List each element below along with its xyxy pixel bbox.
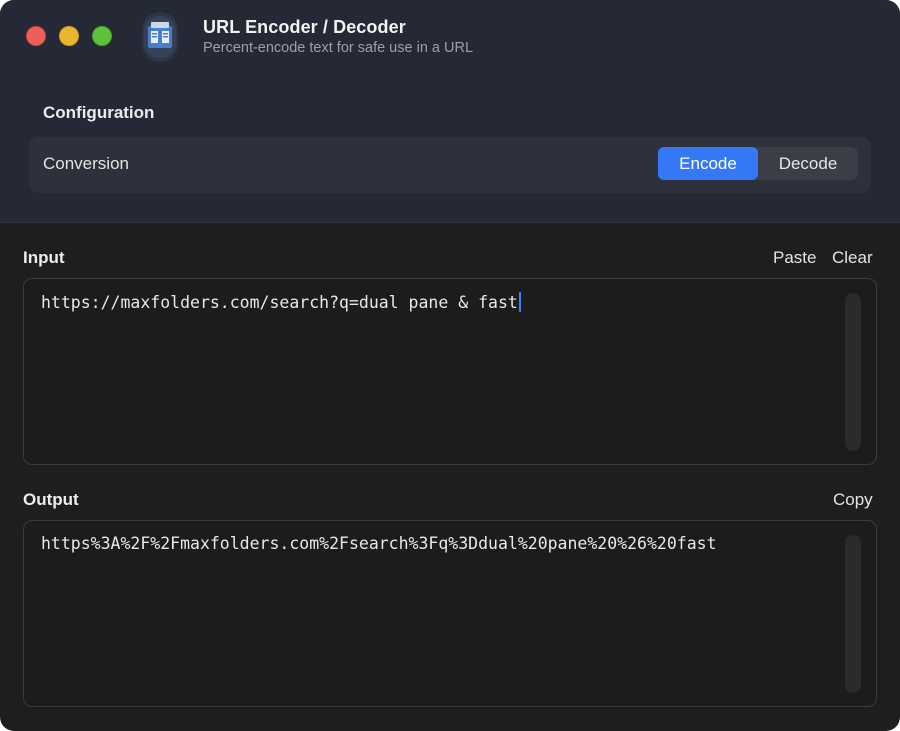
conversion-mode-segmented-control: Encode Decode — [658, 147, 858, 180]
header: URL Encoder / Decoder Percent-encode tex… — [0, 0, 900, 223]
output-heading: Output — [23, 490, 79, 509]
paste-button[interactable]: Paste — [773, 248, 816, 268]
input-text-area[interactable]: https://maxfolders.com/search?q=dual pan… — [23, 278, 877, 465]
conversion-row: Conversion Encode Decode — [29, 137, 871, 193]
app-window: URL Encoder / Decoder Percent-encode tex… — [0, 0, 900, 731]
window-title: URL Encoder / Decoder — [203, 17, 406, 37]
traffic-lights — [26, 26, 112, 46]
output-text-area[interactable]: https%3A%2F%2Fmaxfolders.com%2Fsearch%3F… — [23, 520, 877, 707]
output-text: https%3A%2F%2Fmaxfolders.com%2Fsearch%3F… — [41, 534, 717, 553]
copy-button[interactable]: Copy — [833, 490, 873, 510]
input-scrollbar[interactable] — [845, 293, 861, 451]
output-scrollbar[interactable] — [845, 535, 861, 693]
input-heading: Input — [23, 248, 65, 267]
close-window-button[interactable] — [26, 26, 46, 46]
minimize-window-button[interactable] — [59, 26, 79, 46]
configuration-heading: Configuration — [43, 103, 155, 122]
conversion-label: Conversion — [43, 154, 129, 173]
clear-button[interactable]: Clear — [832, 248, 873, 268]
text-caret — [518, 292, 521, 312]
encode-segment[interactable]: Encode — [658, 147, 758, 180]
input-text: https://maxfolders.com/search?q=dual pan… — [41, 293, 518, 312]
window-subtitle: Percent-encode text for safe use in a UR… — [203, 40, 474, 56]
decode-segment[interactable]: Decode — [758, 147, 858, 180]
app-icon — [142, 12, 178, 62]
zoom-window-button[interactable] — [92, 26, 112, 46]
input-text-content: https://maxfolders.com/search?q=dual pan… — [41, 292, 521, 312]
